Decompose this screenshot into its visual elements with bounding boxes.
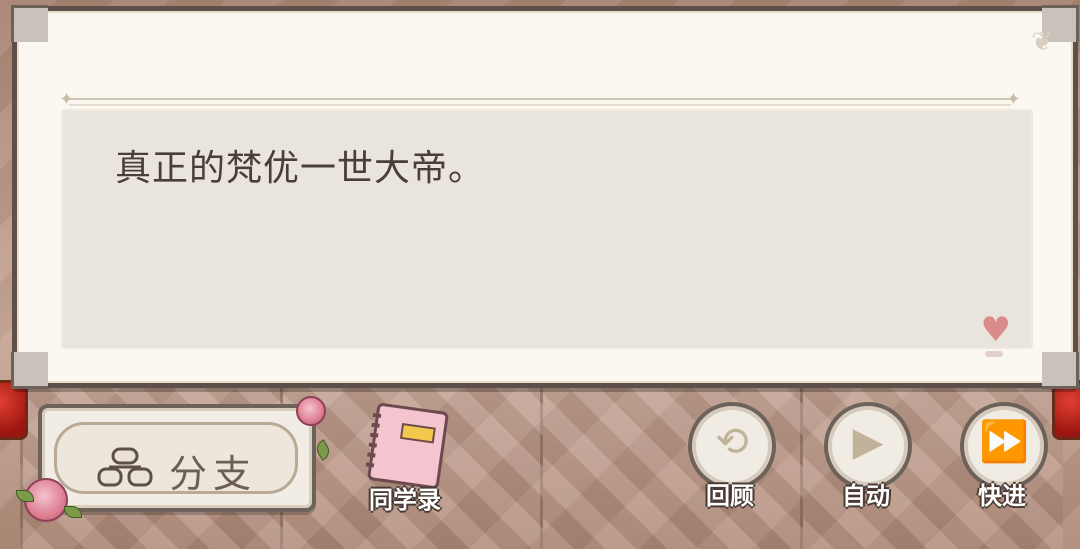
branch-button-frame: 分支 xyxy=(54,422,298,496)
review-button[interactable]: ⟲ 回顾 xyxy=(682,402,778,510)
notebook-icon xyxy=(365,402,450,490)
corner-decoration xyxy=(11,5,48,42)
notebook-tag xyxy=(399,422,436,444)
yearbook-button[interactable] xyxy=(360,402,450,490)
branch-button[interactable]: 分支 xyxy=(16,396,333,522)
fast-forward-icon: ⏩ xyxy=(979,419,1029,465)
heart-icon: ♥ xyxy=(980,310,1011,350)
people-icon xyxy=(97,447,153,487)
heart-shadow xyxy=(985,351,1003,357)
dialog-text-area: 真正的梵优一世大帝。 ♥ xyxy=(61,109,1033,357)
skip-button[interactable]: ⏩ 快进 xyxy=(954,402,1050,510)
divider xyxy=(69,98,1011,106)
rose-icon xyxy=(296,396,326,426)
dialog-text: 真正的梵优一世大帝。 xyxy=(115,148,486,189)
dialog-box[interactable]: ❦ ✦ ✦ 真正的梵优一世大帝。 ♥ xyxy=(11,5,1079,389)
corner-decoration xyxy=(1042,352,1079,389)
play-icon: ▶ xyxy=(852,419,884,465)
flourish-icon: ❦ xyxy=(1031,27,1053,57)
skip-label: 快进 xyxy=(978,482,1026,510)
auto-button[interactable]: ▶ 自动 xyxy=(818,402,914,510)
history-clock-icon: ⟲ xyxy=(715,419,749,465)
branch-label: 分支 xyxy=(169,452,258,496)
red-ornament xyxy=(1052,380,1080,440)
yearbook-label[interactable]: 同学录 xyxy=(350,480,460,515)
auto-label: 自动 xyxy=(842,482,890,510)
notebook-rings xyxy=(365,412,382,470)
corner-decoration xyxy=(11,352,48,389)
review-label: 回顾 xyxy=(706,482,754,510)
red-ornament xyxy=(0,380,28,440)
